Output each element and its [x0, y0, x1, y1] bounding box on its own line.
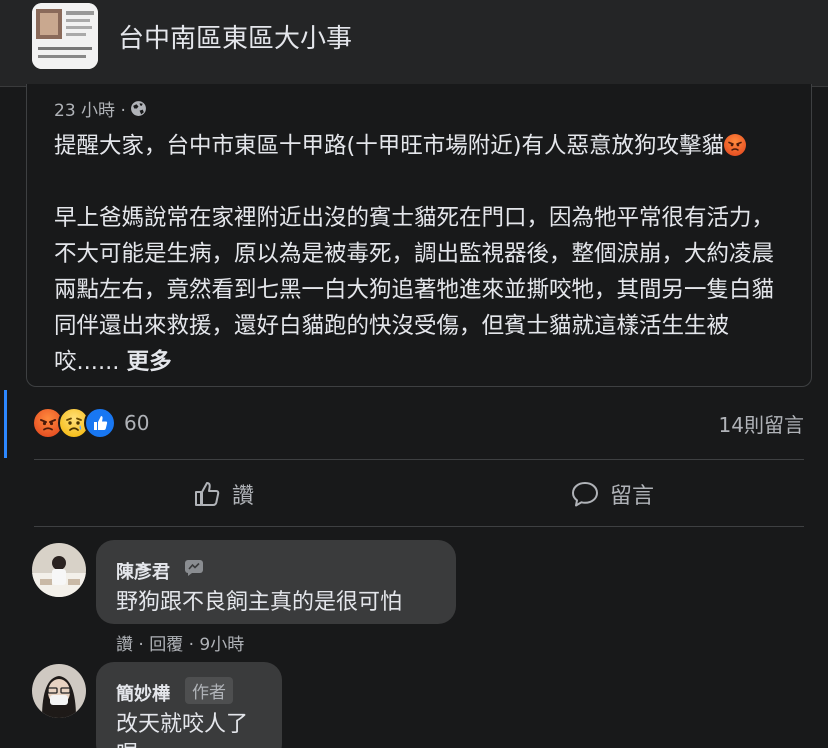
- commenter-name[interactable]: 簡妙樺: [116, 680, 170, 706]
- divider-bottom: [34, 526, 804, 527]
- commenter-avatar[interactable]: [32, 543, 86, 597]
- group-header: 台中南區東區大小事: [0, 0, 828, 87]
- comment-text: 野狗跟不良飼主真的是很可怕: [116, 590, 403, 615]
- post-paragraph-1: 提醒大家，台中市東區十甲路(十甲旺市場附近)有人惡意放狗攻擊貓: [54, 128, 794, 164]
- comment-button-label: 留言: [610, 484, 655, 509]
- comment-text-line-1: 改天就咬人了: [116, 712, 249, 737]
- like-button-label: 讚: [232, 484, 255, 509]
- post-time[interactable]: 23 小時 ·: [54, 96, 126, 121]
- thumbs-up-icon: [195, 482, 220, 506]
- angry-emoji-icon: [724, 134, 747, 156]
- reactions-summary[interactable]: 60: [32, 406, 149, 440]
- comment-actions[interactable]: 讚 · 回覆 · 9小時: [116, 630, 244, 655]
- group-title[interactable]: 台中南區東區大小事: [118, 18, 352, 55]
- page: 台中南區東區大小事 23 小時 · 提醒大家，台中市東區十甲路(十甲旺市場附近)…: [0, 0, 828, 748]
- commenter-avatar[interactable]: [32, 664, 86, 718]
- commenter-name[interactable]: 陳彥君: [116, 558, 170, 584]
- like-reaction-icon: [84, 407, 116, 439]
- comment-text-line-2: 喔: [116, 736, 138, 748]
- post-meta: 23 小時 ·: [54, 96, 147, 121]
- like-button[interactable]: 讚: [192, 474, 254, 514]
- post-paragraph-2: 早上爸媽說常在家裡附近出沒的賓士貓死在門口，因為牠平常很有活力，不大可能是生病，…: [54, 200, 794, 380]
- comment-bubble-icon: [572, 482, 598, 507]
- globe-icon[interactable]: [130, 100, 147, 117]
- reaction-count: 60: [124, 411, 150, 435]
- group-avatar[interactable]: [32, 3, 98, 69]
- divider-top: [34, 459, 804, 460]
- author-badge: 作者: [185, 677, 233, 704]
- see-more-link[interactable]: 更多: [127, 349, 172, 375]
- post-text-1: 提醒大家，台中市東區十甲路(十甲旺市場附近)有人惡意放狗攻擊貓: [54, 133, 725, 159]
- accent-bar: [4, 390, 7, 458]
- message-icon: [185, 560, 203, 576]
- comment-count[interactable]: 14則留言: [719, 409, 804, 438]
- comment-button[interactable]: 留言: [570, 474, 654, 514]
